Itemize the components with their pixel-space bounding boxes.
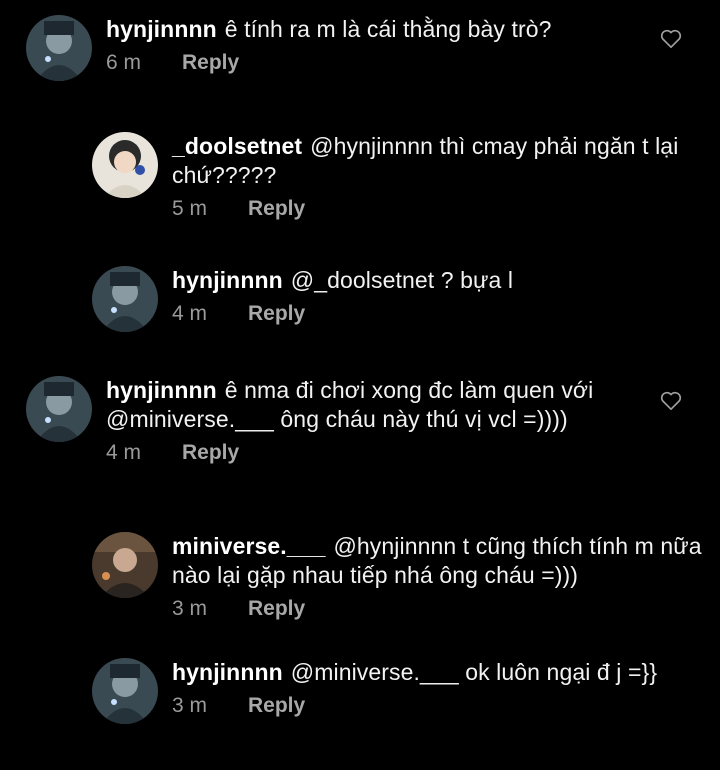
- reply-button[interactable]: Reply: [248, 302, 305, 326]
- comment-text: _doolsetnet @hynjinnnn thì cmay phải ngăn…: [172, 132, 712, 190]
- heart-outline-icon[interactable]: [660, 29, 682, 49]
- avatar[interactable]: [26, 15, 92, 81]
- heart-outline-icon[interactable]: [660, 391, 682, 411]
- comment-time: 3 m: [172, 597, 208, 620]
- comment-meta: 4 m Reply: [172, 302, 712, 326]
- comment-username[interactable]: hynjinnnn: [106, 16, 217, 42]
- comment-time: 6 m: [106, 51, 142, 74]
- reply-button[interactable]: Reply: [182, 441, 239, 465]
- comment-time: 4 m: [106, 441, 142, 464]
- comment-time: 4 m: [172, 302, 208, 325]
- reply-button[interactable]: Reply: [182, 51, 239, 75]
- comment-body: @_doolsetnet ? bựa l: [290, 267, 514, 293]
- comment-username[interactable]: _doolsetnet: [172, 133, 302, 159]
- comment-username[interactable]: hynjinnnn: [172, 659, 283, 685]
- comment-text: hynjinnnn @miniverse.___ ok luôn ngại đ j…: [172, 658, 672, 687]
- avatar[interactable]: [92, 658, 158, 724]
- comment-text: hynjinnnn ê tính ra m là cái thằng bày tr…: [106, 15, 626, 44]
- reply-comment: hynjinnnn @_doolsetnet ? bựa l 4 m Reply: [92, 266, 712, 332]
- reply-button[interactable]: Reply: [248, 694, 305, 718]
- comment-body: @miniverse.___ ok luôn ngại đ j =}}: [290, 659, 658, 685]
- comment-time: 3 m: [172, 694, 208, 717]
- comment-body: ê tính ra m là cái thằng bày trò?: [224, 16, 552, 42]
- comment-meta: 3 m Reply: [172, 597, 712, 621]
- reply-comment: hynjinnnn @miniverse.___ ok luôn ngại đ j…: [92, 658, 672, 724]
- reply-comment: miniverse.___ @hynjinnnn t cũng thích tín…: [92, 532, 712, 621]
- comment-username[interactable]: miniverse.___: [172, 533, 325, 559]
- reply-button[interactable]: Reply: [248, 197, 305, 221]
- reply-button[interactable]: Reply: [248, 597, 305, 621]
- avatar[interactable]: [26, 376, 92, 442]
- comment-username[interactable]: hynjinnnn: [172, 267, 283, 293]
- comment-username[interactable]: hynjinnnn: [106, 377, 217, 403]
- comment-meta: 3 m Reply: [172, 694, 672, 718]
- comment-meta: 4 m Reply: [106, 441, 606, 465]
- avatar[interactable]: [92, 132, 158, 198]
- comment-meta: 6 m Reply: [106, 51, 626, 75]
- comment-meta: 5 m Reply: [172, 197, 712, 221]
- comment-time: 5 m: [172, 197, 208, 220]
- comment-text: miniverse.___ @hynjinnnn t cũng thích tín…: [172, 532, 712, 590]
- avatar[interactable]: [92, 266, 158, 332]
- comment: hynjinnnn ê tính ra m là cái thằng bày tr…: [26, 15, 626, 81]
- comment-text: hynjinnnn ê nma đi chơi xong đc làm quen …: [106, 376, 606, 434]
- comment: hynjinnnn ê nma đi chơi xong đc làm quen …: [26, 376, 606, 465]
- avatar[interactable]: [92, 532, 158, 598]
- reply-comment: _doolsetnet @hynjinnnn thì cmay phải ngăn…: [92, 132, 712, 221]
- comment-text: hynjinnnn @_doolsetnet ? bựa l: [172, 266, 712, 295]
